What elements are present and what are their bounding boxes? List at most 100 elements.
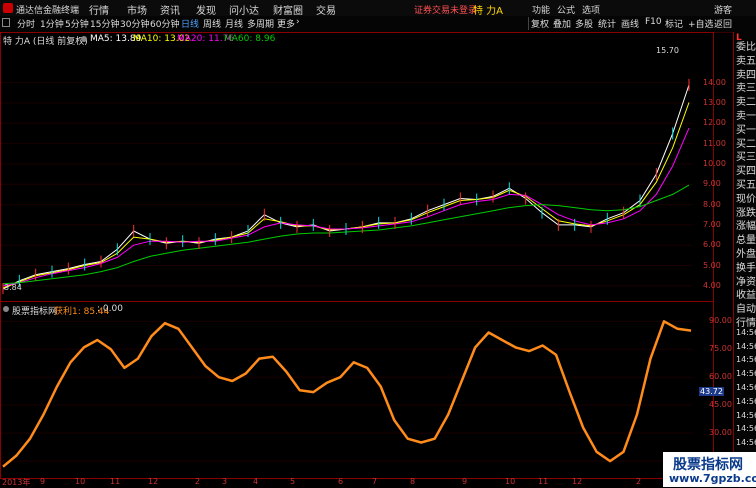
quote-panel-label[interactable]: 涨幅 — [736, 217, 756, 232]
indicator-tick-label: 90.00 — [709, 316, 732, 326]
price-tick-label: 10.00 — [703, 158, 726, 168]
ma-settings-icon[interactable] — [81, 36, 87, 42]
watermark-url: www.7gpzb.com — [669, 472, 756, 485]
date-tick-label: 7 — [372, 477, 378, 486]
btn-biaoji[interactable]: 标记 — [665, 17, 683, 30]
current-indicator-value: 43.72 — [699, 387, 724, 396]
date-tick-label: 11 — [110, 477, 121, 486]
date-tick-label: 2 — [636, 477, 642, 486]
menu-shichang[interactable]: 市场 — [127, 2, 147, 17]
price-tick-label: 12.00 — [703, 118, 726, 128]
period-multi[interactable]: 多周期 — [247, 17, 274, 30]
btn-back[interactable]: 返回 — [714, 17, 732, 30]
price-tick-label: 5.00 — [703, 260, 721, 270]
top-menu-bar: 通达信金融终端 行情 市场 资讯 发现 问小达 财富圈 交易 证券交易未登录 特… — [0, 0, 756, 17]
quote-panel-label[interactable]: 14:56 — [736, 355, 756, 364]
menu-caifuquan[interactable]: 财富圈 — [273, 2, 303, 17]
btn-tongji[interactable]: 统计 — [598, 17, 616, 30]
quote-panel-label[interactable]: 收益 — [736, 286, 756, 301]
quote-panel-label[interactable]: 14:56 — [736, 438, 756, 447]
period-fenshi[interactable]: 分时 — [17, 17, 35, 30]
date-tick-label: 3 — [222, 477, 228, 486]
price-tick-label: 6.00 — [703, 240, 721, 250]
quote-panel-label[interactable]: 买四 — [736, 162, 756, 177]
menu-zixun[interactable]: 资讯 — [160, 2, 180, 17]
period-30min[interactable]: 30分钟 — [120, 17, 149, 30]
indicator-chart[interactable] — [1, 312, 693, 476]
period-more[interactable]: 更多 — [277, 17, 295, 30]
quote-panel-label[interactable]: 14:56 — [736, 383, 756, 392]
quote-panel-label[interactable]: 行情 — [736, 314, 756, 329]
menu-jiaoyi[interactable]: 交易 — [316, 2, 336, 17]
btn-f10[interactable]: F10 — [645, 17, 662, 30]
date-tick-label: 10 — [505, 477, 516, 486]
quote-panel-label[interactable]: 卖一 — [736, 107, 756, 122]
quote-panel-label[interactable]: 外盘 — [736, 245, 756, 260]
date-tick-label: 10 — [75, 477, 86, 486]
period-5min[interactable]: 5分钟 — [65, 17, 89, 30]
quote-panel-label[interactable]: 委比 — [736, 38, 756, 53]
quote-panel-label[interactable]: 卖二 — [736, 93, 756, 108]
quote-panel-label[interactable]: 总量 — [736, 231, 756, 246]
menu-gongneng[interactable]: 功能 — [532, 3, 550, 16]
period-monthly[interactable]: 月线 — [225, 17, 243, 30]
series-line-ma20 — [2, 127, 690, 287]
quote-panel-label[interactable]: 14:56 — [736, 369, 756, 378]
price-tick-label: 9.00 — [703, 179, 721, 189]
quote-panel-label[interactable]: 14:56 — [736, 424, 756, 433]
menu-gongshi[interactable]: 公式 — [557, 3, 575, 16]
quote-panel-label[interactable]: 涨跌 — [736, 204, 756, 219]
btn-huaxian[interactable]: 画线 — [621, 17, 639, 30]
period-weekly[interactable]: 周线 — [203, 17, 221, 30]
quote-panel-label[interactable]: 自动 — [736, 300, 756, 315]
watermark-title: 股票指标网 — [673, 457, 743, 473]
quote-panel-label[interactable]: 14:56 — [736, 328, 756, 337]
date-tick-label: 2 — [195, 477, 201, 486]
btn-fuquan[interactable]: 复权 — [531, 17, 549, 30]
quote-panel-label[interactable]: 买三 — [736, 148, 756, 163]
quote-panel-label[interactable]: 买五 — [736, 176, 756, 191]
btn-add-favorite[interactable]: +自选 — [688, 17, 714, 30]
quote-panel-label[interactable]: 换手 — [736, 259, 756, 274]
toolbar-divider — [528, 17, 529, 30]
quote-panel-label[interactable]: 卖五 — [736, 52, 756, 67]
price-tick-label: 11.00 — [703, 138, 726, 148]
period-1min[interactable]: 1分钟 — [40, 17, 64, 30]
high-annotation: 15.70 — [656, 46, 679, 55]
layout-toggle-icon[interactable] — [2, 18, 10, 27]
price-chart[interactable] — [1, 44, 693, 294]
date-tick-label: 12 — [572, 477, 583, 486]
quote-panel-label[interactable]: 买一 — [736, 121, 756, 136]
period-15min[interactable]: 15分钟 — [90, 17, 119, 30]
quote-panel-label[interactable]: 卖四 — [736, 66, 756, 81]
quote-panel-label[interactable]: 净资 — [736, 273, 756, 288]
quote-panel-label[interactable]: 买二 — [736, 135, 756, 150]
indicator-tick-label: 60.00 — [709, 372, 732, 382]
app-title: 通达信金融终端 — [16, 6, 80, 16]
quote-panel-label[interactable]: 14:56 — [736, 342, 756, 351]
date-tick-label: 8 — [410, 477, 416, 486]
more-chevron-icon[interactable]: › — [296, 17, 300, 30]
btn-duogu[interactable]: 多股 — [575, 17, 593, 30]
panel-divider — [0, 301, 714, 302]
menu-hangqing[interactable]: 行情 — [89, 2, 109, 17]
indicator-tick-label: 30.00 — [709, 428, 732, 438]
quote-panel-label[interactable]: 现价 — [736, 190, 756, 205]
menu-youke[interactable]: 游客 — [714, 3, 732, 16]
date-tick-label: 9 — [40, 477, 46, 486]
stock-name: 特 力A — [473, 6, 504, 17]
menu-xuanxiang[interactable]: 选项 — [582, 3, 600, 16]
menu-faxian[interactable]: 发现 — [196, 2, 216, 17]
indicator-tick-label: 45.00 — [709, 400, 732, 410]
price-tick-label: 8.00 — [703, 199, 721, 209]
login-notice[interactable]: 证券交易未登录 — [414, 3, 477, 16]
period-daily[interactable]: 日线 — [181, 17, 199, 30]
date-tick-label: 9 — [462, 477, 468, 486]
quote-panel-label[interactable]: 卖三 — [736, 79, 756, 94]
period-60min[interactable]: 60分钟 — [150, 17, 179, 30]
btn-diejia[interactable]: 叠加 — [553, 17, 571, 30]
menu-wenxiaoda[interactable]: 问小达 — [229, 2, 259, 17]
quote-panel-label[interactable]: 14:56 — [736, 411, 756, 420]
date-tick-label: 11 — [538, 477, 549, 486]
quote-panel-label[interactable]: 14:56 — [736, 397, 756, 406]
